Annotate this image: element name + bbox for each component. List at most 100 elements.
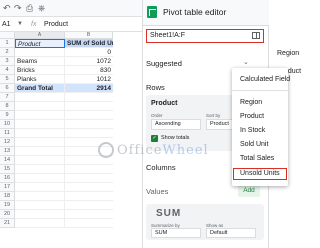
row-number[interactable]: 4: [0, 66, 15, 75]
row-number[interactable]: 10: [0, 120, 15, 129]
cell-b[interactable]: [65, 165, 113, 174]
cell-a[interactable]: [15, 165, 65, 174]
menu-item-product[interactable]: Product: [232, 110, 288, 124]
chevron-down-icon[interactable]: ▼: [17, 17, 23, 32]
undo-icon[interactable]: ↶: [3, 3, 11, 14]
order-select[interactable]: Ascending: [151, 119, 201, 130]
cell-a[interactable]: [15, 129, 65, 138]
cell-b[interactable]: [65, 183, 113, 192]
menu-item-in-stock[interactable]: In Stock: [232, 124, 288, 138]
cell-b[interactable]: [65, 192, 113, 201]
cell-b[interactable]: [65, 102, 113, 111]
cell-a[interactable]: [15, 201, 65, 210]
cell-a[interactable]: [15, 48, 65, 57]
summarize-by-select[interactable]: SUM: [151, 228, 201, 238]
cell-a[interactable]: [15, 219, 65, 228]
menu-item-total-sales[interactable]: Total Sales: [232, 152, 288, 166]
row-number[interactable]: 5: [0, 75, 15, 84]
cell-a[interactable]: Grand Total: [15, 84, 65, 93]
row-number[interactable]: 3: [0, 57, 15, 66]
row-number[interactable]: 19: [0, 201, 15, 210]
print-icon[interactable]: ⎙: [26, 3, 33, 14]
table-row: 17: [0, 183, 113, 192]
editor-header: Pivot table editor: [143, 0, 269, 26]
row-number[interactable]: 16: [0, 174, 15, 183]
row-number[interactable]: 18: [0, 192, 15, 201]
cell-b[interactable]: 1072: [65, 57, 113, 66]
table-row: 4 Bricks 830: [0, 66, 113, 75]
cell-b[interactable]: [65, 129, 113, 138]
row-number[interactable]: 11: [0, 129, 15, 138]
column-header-a[interactable]: A: [15, 32, 65, 39]
editor-title: Pivot table editor: [163, 7, 227, 17]
cell-a[interactable]: [15, 93, 65, 102]
redo-icon[interactable]: ↷: [14, 3, 22, 14]
cell-a[interactable]: [15, 156, 65, 165]
values-add-button[interactable]: Add: [238, 185, 260, 197]
cell-a[interactable]: Planks: [15, 75, 65, 84]
cell-a[interactable]: [15, 183, 65, 192]
cell-a[interactable]: [15, 174, 65, 183]
chevron-down-icon[interactable]: ⌄: [243, 58, 249, 66]
cell-a[interactable]: [15, 111, 65, 120]
show-totals-label: Show totals: [161, 135, 190, 141]
select-all-corner[interactable]: [0, 32, 15, 39]
cell-a[interactable]: Bricks: [15, 66, 65, 75]
cell-a[interactable]: [15, 138, 65, 147]
cell-a[interactable]: [15, 147, 65, 156]
row-number[interactable]: 7: [0, 93, 15, 102]
suggested-label[interactable]: Suggested: [146, 59, 182, 68]
menu-item-calculated-field[interactable]: Calculated Field: [232, 73, 290, 87]
cell-b[interactable]: 0: [65, 48, 113, 57]
row-number[interactable]: 13: [0, 147, 15, 156]
row-number[interactable]: 21: [0, 219, 15, 228]
menu-item-unsold-units[interactable]: Unsold Units: [232, 167, 288, 181]
row-number[interactable]: 8: [0, 102, 15, 111]
cell-a[interactable]: [15, 120, 65, 129]
menu-item-sold-unit[interactable]: Sold Unit: [232, 138, 288, 152]
table-row: 1ProductSUM of Sold Unit: [0, 39, 113, 48]
cell-b[interactable]: [65, 174, 113, 183]
row-number[interactable]: 2: [0, 48, 15, 57]
show-totals-checkbox[interactable]: ✓: [151, 135, 158, 142]
row-number[interactable]: 20: [0, 210, 15, 219]
row-number[interactable]: 15: [0, 165, 15, 174]
cell-b[interactable]: [65, 219, 113, 228]
cell-b[interactable]: 2914: [65, 84, 113, 93]
cell-b[interactable]: [65, 210, 113, 219]
cell-b[interactable]: [65, 93, 113, 102]
row-number[interactable]: 9: [0, 111, 15, 120]
row-field-title: Product: [151, 100, 178, 107]
sheet-empty-area: [113, 32, 142, 248]
menu-item-region[interactable]: Region: [232, 96, 288, 110]
cell-a[interactable]: Beams: [15, 57, 65, 66]
cell-b[interactable]: [65, 201, 113, 210]
values-label: Values: [146, 187, 169, 196]
cell-b[interactable]: 830: [65, 66, 113, 75]
column-header-b[interactable]: B: [65, 32, 113, 39]
formula-input[interactable]: Product: [44, 17, 68, 32]
cell-b[interactable]: [65, 120, 113, 129]
table-row: 8: [0, 102, 113, 111]
row-number[interactable]: 6: [0, 84, 15, 93]
show-as-select[interactable]: Default: [206, 228, 256, 238]
paint-format-icon[interactable]: ⎈: [38, 3, 45, 14]
cell-a[interactable]: Product: [15, 39, 65, 48]
table-row: 20: [0, 48, 113, 57]
partial-item-region: Region: [277, 50, 300, 57]
name-box[interactable]: A1: [2, 17, 11, 32]
select-range-icon[interactable]: [252, 32, 260, 39]
cell-b[interactable]: [65, 111, 113, 120]
row-number[interactable]: 1: [0, 39, 15, 48]
field-dropdown-menu: Calculated Field Region Product In Stock…: [232, 68, 290, 186]
cell-b[interactable]: SUM of Sold Unit: [65, 39, 113, 48]
row-number[interactable]: 14: [0, 156, 15, 165]
row-number[interactable]: 12: [0, 138, 15, 147]
table-row: 12: [0, 138, 113, 147]
cell-a[interactable]: [15, 102, 65, 111]
row-number[interactable]: 17: [0, 183, 15, 192]
data-range-input[interactable]: Sheet1!A:F: [146, 29, 264, 43]
cell-a[interactable]: [15, 210, 65, 219]
cell-b[interactable]: 1012: [65, 75, 113, 84]
cell-a[interactable]: [15, 192, 65, 201]
